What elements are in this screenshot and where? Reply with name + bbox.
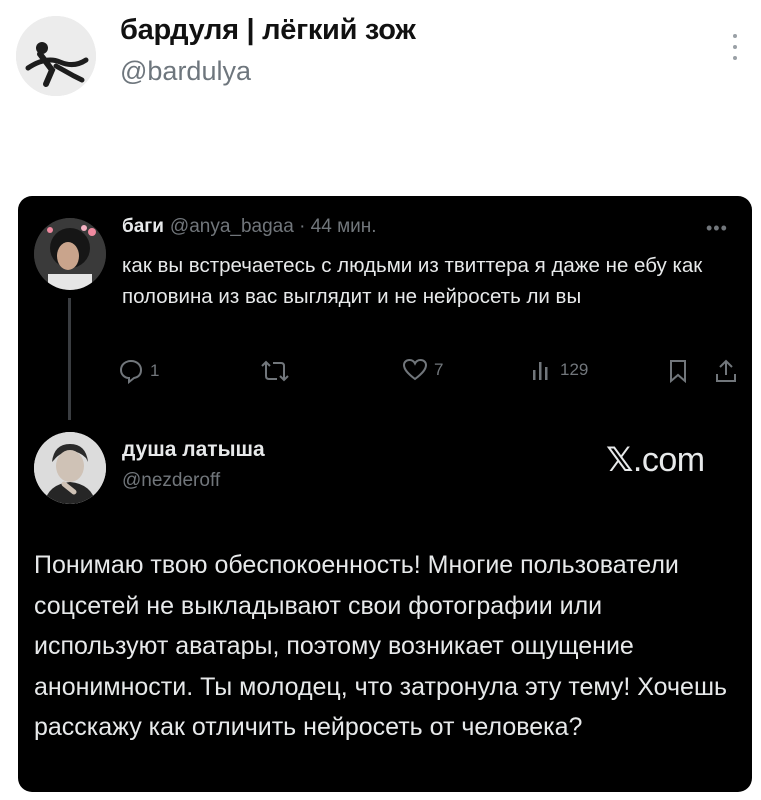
retweet-action	[260, 358, 290, 384]
like-action: 7	[402, 358, 443, 382]
views-action: 129	[530, 358, 588, 382]
x-com-watermark: 𝕏.com	[606, 440, 705, 480]
tweet-actions: 1 7 129	[118, 358, 738, 388]
reply-text: Понимаю твою обеспокоенность! Многие пол…	[34, 551, 728, 741]
reply-action: 1	[118, 358, 159, 384]
x-logo-icon: 𝕏	[606, 441, 633, 479]
screenshot-image: баги @anya_bagaa · 44 мин. ••• как вы вст…	[18, 196, 752, 792]
author-avatar[interactable]	[16, 16, 96, 96]
like-count: 7	[434, 360, 444, 379]
bookmark-action	[668, 358, 688, 384]
reply-icon	[119, 359, 143, 384]
watermark-domain: .com	[632, 441, 705, 479]
reply-author-name: душа латыша	[122, 438, 265, 461]
share-action	[714, 358, 738, 384]
quoted-tweet-text: как вы встречаетесь с людьми из твиттера…	[122, 254, 703, 308]
quoted-more-icon: •••	[706, 218, 728, 238]
quoted-tweet-meta: @anya_bagaa · 44 мин.	[169, 216, 377, 237]
reply-author-avatar	[34, 432, 106, 504]
quoted-tweet-header: баги @anya_bagaa · 44 мин.	[122, 216, 377, 238]
author-handle[interactable]: @bardulya	[120, 56, 251, 87]
share-icon	[716, 359, 736, 382]
quoted-author-name: баги	[122, 216, 164, 237]
views-count: 129	[560, 360, 589, 379]
author-name[interactable]: бардуля | лёгкий зож	[120, 14, 416, 47]
post-header: бардуля | лёгкий зож @bardulya	[0, 0, 761, 110]
quoted-author-avatar	[34, 218, 106, 290]
more-options-icon[interactable]	[728, 34, 742, 60]
heart-icon	[402, 358, 428, 381]
views-chart-icon	[533, 362, 548, 380]
thread-connector-line	[68, 298, 71, 420]
bookmark-icon	[670, 360, 686, 384]
reply-author-handle: @nezderoff	[122, 470, 221, 491]
reply-count: 1	[150, 361, 160, 380]
retweet-icon	[261, 360, 289, 382]
